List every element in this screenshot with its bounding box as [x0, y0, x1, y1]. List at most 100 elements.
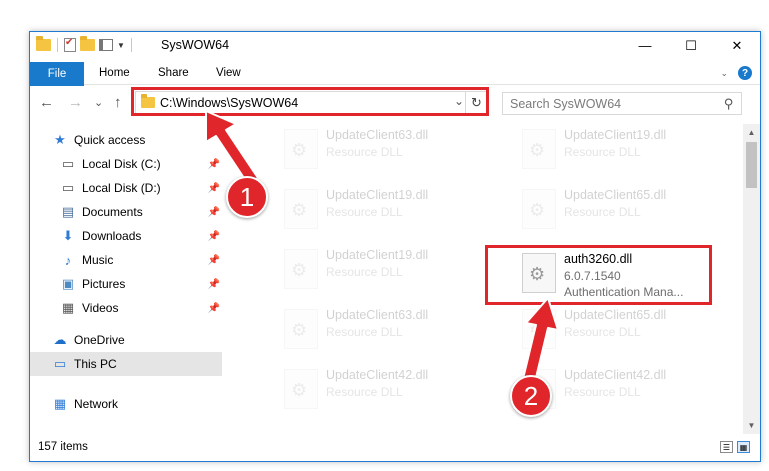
file-item[interactable]: UpdateClient65.dll Resource DLL [516, 186, 740, 238]
star-icon: ★ [54, 132, 66, 147]
pin-icon[interactable]: 📌 [208, 303, 220, 314]
sidebar-item-label: Network [74, 397, 119, 411]
view-toggle: ☰ ▦ [720, 441, 750, 453]
address-bar-highlight [131, 87, 489, 116]
document-icon: ▤ [61, 204, 75, 219]
file-type: Resource DLL [326, 385, 403, 399]
maximize-button[interactable]: ☐ [668, 32, 714, 59]
title-bar: ▼ SysWOW64 — ☐ ✕ [30, 32, 760, 59]
pin-icon[interactable]: 📌 [208, 279, 220, 290]
file-type: Resource DLL [564, 205, 641, 219]
sidebar-item-videos[interactable]: ▦ Videos 📌 [30, 296, 222, 320]
step-1-badge: 1 [226, 176, 268, 218]
tab-file[interactable]: File [30, 62, 84, 86]
sidebar-item-network[interactable]: ▦ Network [30, 392, 222, 416]
pin-icon[interactable]: 📌 [208, 231, 220, 242]
expand-ribbon-icon[interactable]: ⌄ [720, 68, 728, 79]
tab-home[interactable]: Home [99, 67, 130, 79]
file-type: Resource DLL [564, 385, 641, 399]
search-icon[interactable]: ⚲ [724, 96, 734, 112]
quick-access-toolbar: ▼ [36, 36, 134, 52]
file-name: UpdateClient65.dll [564, 188, 667, 202]
drive-icon: ▭ [61, 180, 75, 195]
tiles-view-icon[interactable]: ▦ [737, 441, 750, 453]
sidebar-item-label: Music [82, 253, 114, 267]
sidebar-item-label: OneDrive [74, 333, 125, 347]
sidebar-item-pictures[interactable]: ▣ Pictures 📌 [30, 272, 222, 296]
computer-icon: ▭ [53, 356, 67, 371]
item-count: 157 items [38, 441, 88, 453]
dll-file-icon [284, 369, 318, 409]
chevron-down-icon[interactable]: ▼ [117, 41, 125, 50]
properties-icon[interactable] [64, 37, 76, 52]
sidebar-item-label: Quick access [74, 133, 146, 147]
pin-icon[interactable]: 📌 [208, 255, 220, 266]
file-item[interactable]: UpdateClient19.dll Resource DLL [516, 126, 740, 178]
file-type: Resource DLL [326, 205, 403, 219]
file-item[interactable]: UpdateClient65.dll Resource DLL [516, 306, 740, 358]
pin-icon[interactable]: 📌 [208, 159, 220, 170]
toolbar-divider [130, 38, 132, 52]
tab-share[interactable]: Share [158, 67, 189, 79]
navigation-pane: ★ Quick access ▭ Local Disk (C:) 📌 ▭ Loc… [30, 124, 222, 434]
view-icon[interactable] [99, 39, 113, 51]
file-name: UpdateClient19.dll [326, 188, 429, 202]
dll-file-icon [284, 249, 318, 289]
details-view-icon[interactable]: ☰ [720, 441, 733, 453]
sidebar-item-label: Videos [82, 301, 119, 315]
scroll-thumb[interactable] [746, 142, 757, 188]
forward-arrow-icon[interactable]: → [68, 94, 83, 111]
file-highlight [485, 245, 712, 305]
file-item[interactable]: UpdateClient42.dll Resource DLL [278, 366, 508, 418]
file-name: UpdateClient65.dll [564, 308, 667, 322]
file-name: UpdateClient19.dll [564, 128, 667, 142]
file-type: Resource DLL [564, 145, 641, 159]
step-2-badge: 2 [510, 375, 552, 417]
file-type: Resource DLL [326, 145, 403, 159]
download-icon: ⬇ [62, 228, 74, 243]
sidebar-item-music[interactable]: ♪ Music 📌 [30, 248, 222, 272]
file-type: Resource DLL [326, 325, 403, 339]
dll-file-icon [522, 189, 556, 229]
scroll-down-icon[interactable]: ▼ [743, 417, 760, 434]
sidebar-item-documents[interactable]: ▤ Documents 📌 [30, 200, 222, 224]
file-item[interactable]: UpdateClient63.dll Resource DLL [278, 306, 508, 358]
sidebar-item-local-disk-d[interactable]: ▭ Local Disk (D:) 📌 [30, 176, 222, 200]
sidebar-item-downloads[interactable]: ⬇ Downloads 📌 [30, 224, 222, 248]
status-bar: 157 items ☰ ▦ [30, 436, 760, 460]
sidebar-item-label: Local Disk (D:) [82, 181, 161, 195]
pin-icon[interactable]: 📌 [208, 183, 220, 194]
vertical-scrollbar[interactable]: ▲ ▼ [743, 124, 760, 434]
back-arrow-icon[interactable]: ← [39, 94, 54, 111]
search-input[interactable]: Search SysWOW64 ⚲ [502, 92, 742, 115]
pin-icon[interactable]: 📌 [208, 207, 220, 218]
ribbon-right-controls: ⌄ ? [720, 66, 752, 80]
dll-file-icon [522, 129, 556, 169]
close-button[interactable]: ✕ [714, 32, 760, 59]
minimize-button[interactable]: — [622, 32, 668, 59]
music-icon: ♪ [64, 252, 72, 268]
new-folder-icon[interactable] [80, 36, 95, 51]
sidebar-item-label: Downloads [82, 229, 142, 243]
toolbar-divider [57, 38, 58, 52]
sidebar-item-quick-access[interactable]: ★ Quick access [30, 128, 222, 152]
recent-locations-icon[interactable]: ⌄ [94, 96, 103, 109]
file-name: UpdateClient63.dll [326, 128, 429, 142]
sidebar-item-onedrive[interactable]: ☁ OneDrive [30, 328, 222, 352]
dll-file-icon [284, 129, 318, 169]
window-title: SysWOW64 [161, 38, 230, 52]
file-item[interactable]: UpdateClient63.dll Resource DLL [278, 126, 508, 178]
sidebar-item-this-pc[interactable]: ▭ This PC [30, 352, 222, 376]
window-controls: — ☐ ✕ [622, 32, 760, 59]
file-item[interactable]: UpdateClient19.dll Resource DLL [278, 186, 508, 238]
tab-view[interactable]: View [216, 67, 241, 79]
dll-file-icon [284, 309, 318, 349]
video-icon: ▦ [61, 300, 75, 315]
folder-icon[interactable] [36, 36, 51, 51]
scroll-up-icon[interactable]: ▲ [743, 124, 760, 141]
sidebar-item-local-disk-c[interactable]: ▭ Local Disk (C:) 📌 [30, 152, 222, 176]
up-arrow-icon[interactable]: ↑ [114, 94, 122, 111]
file-item[interactable]: UpdateClient19.dll Resource DLL [278, 246, 508, 298]
help-icon[interactable]: ? [738, 66, 752, 80]
sidebar-item-label: Documents [82, 205, 143, 219]
